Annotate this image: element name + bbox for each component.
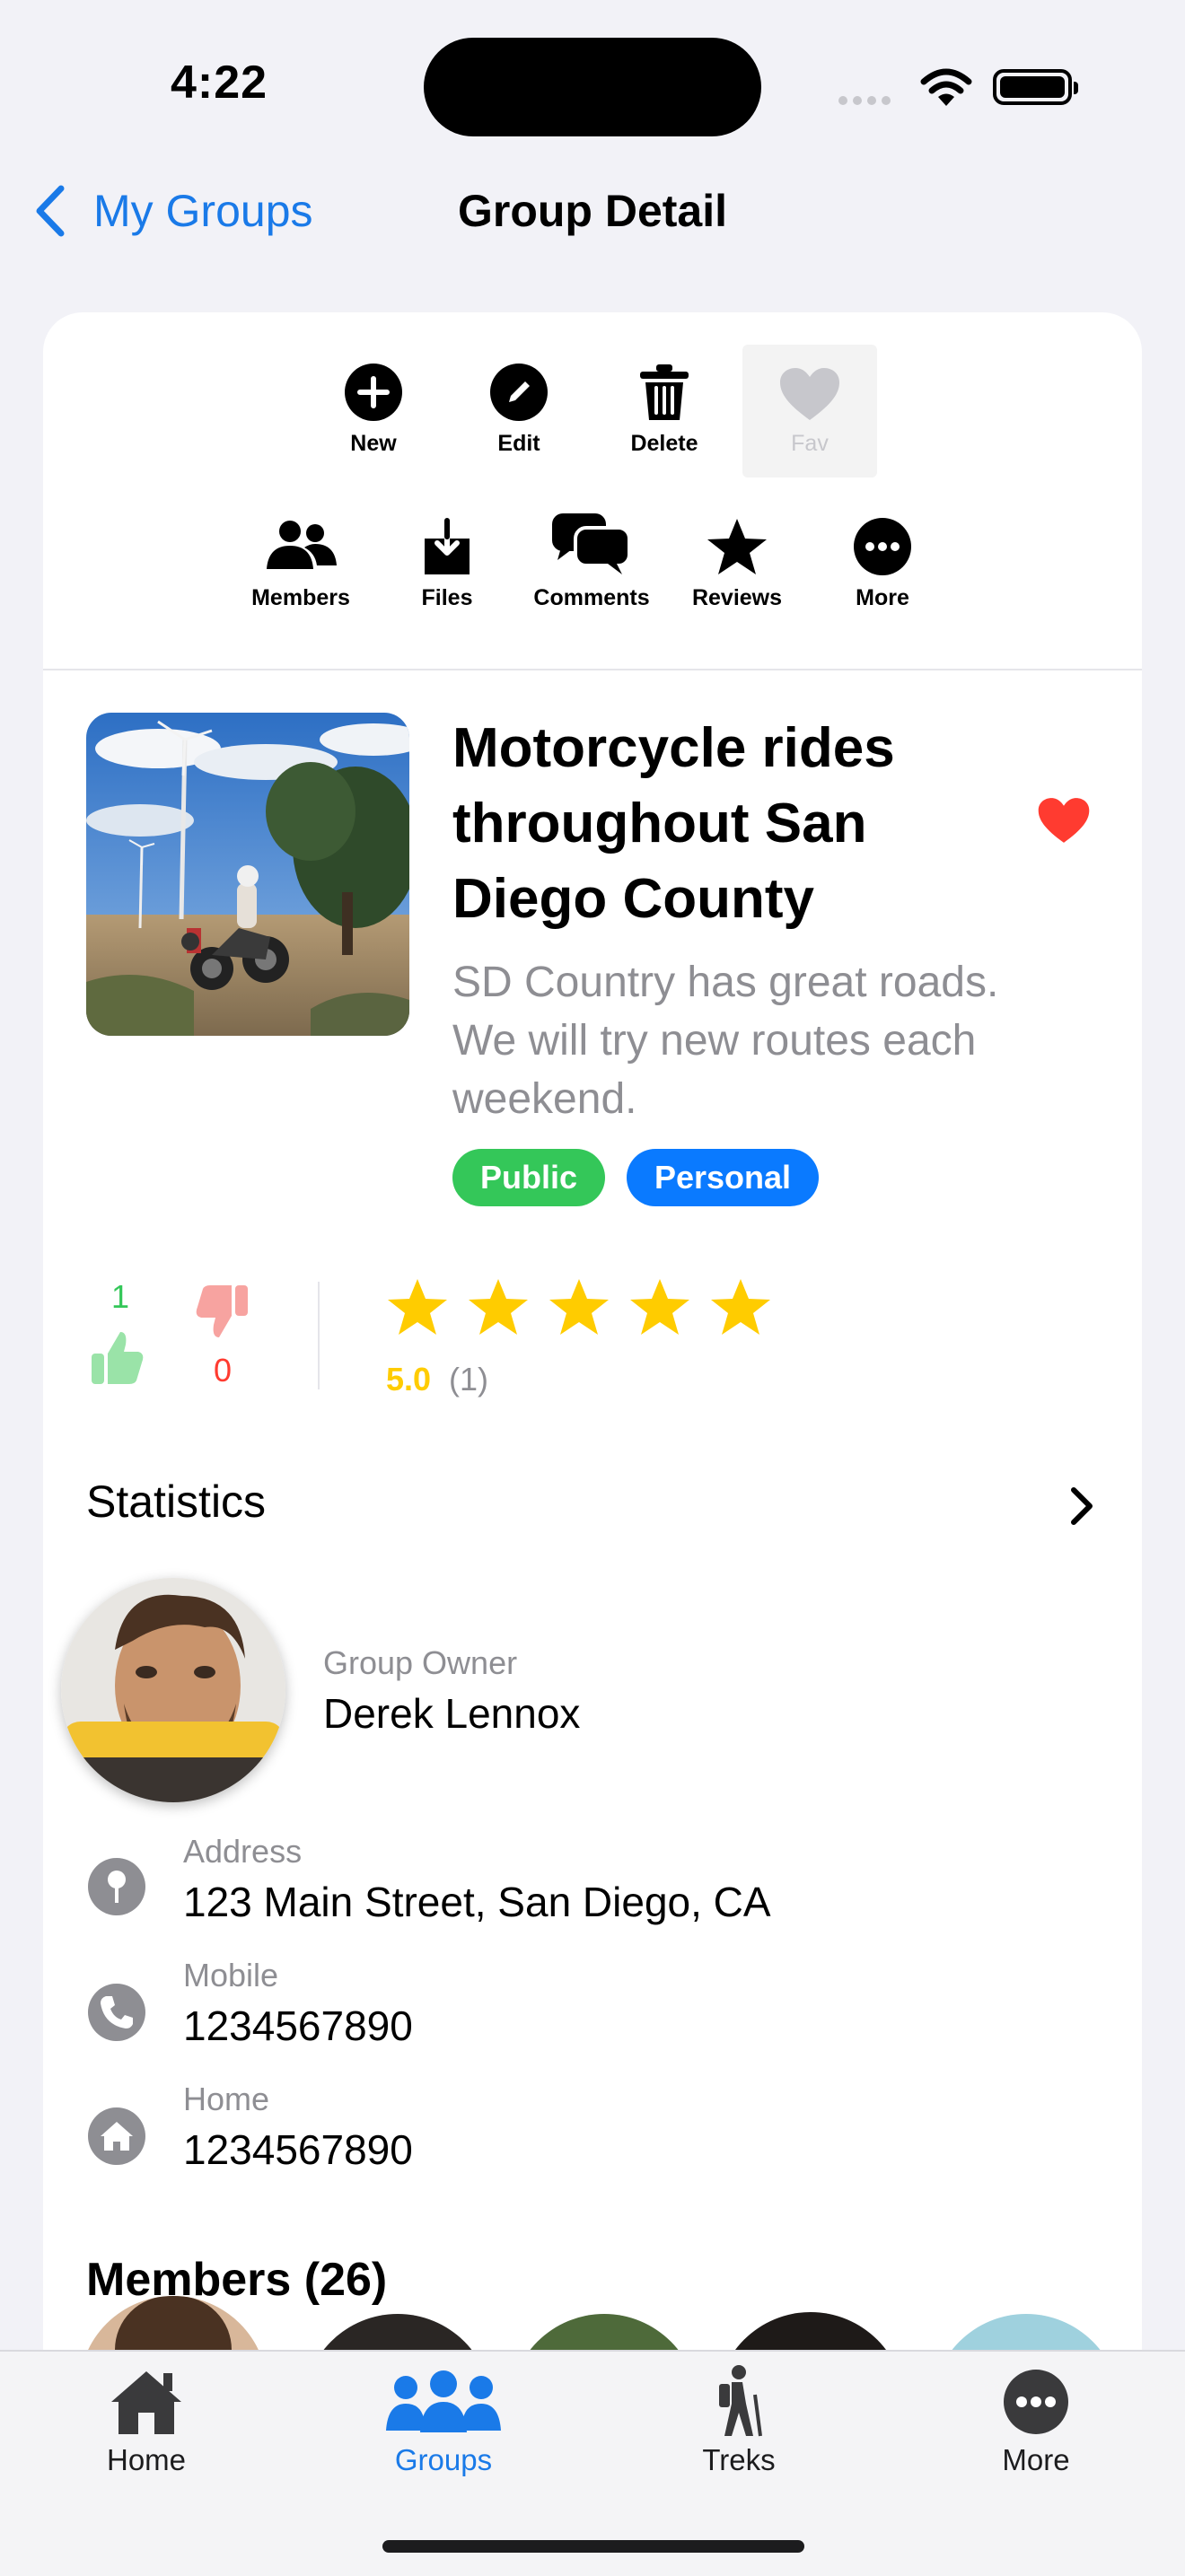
address-value[interactable]: 123 Main Street, San Diego, CA xyxy=(183,1878,771,1926)
delete-button[interactable]: Delete xyxy=(597,363,732,457)
owner-avatar[interactable] xyxy=(61,1578,285,1802)
house-icon xyxy=(88,2107,145,2165)
rating-score: 5.0 xyxy=(386,1361,432,1398)
trash-icon xyxy=(640,364,689,420)
rating-star-icon xyxy=(630,1279,689,1335)
files-label: Files xyxy=(421,585,473,610)
edit-label: Edit xyxy=(497,431,540,456)
owner-label: Group Owner xyxy=(323,1644,518,1681)
wifi-icon xyxy=(920,68,972,106)
group-description: SD Country has great roads. We will try … xyxy=(452,959,999,1123)
mobile-value[interactable]: 1234567890 xyxy=(183,2002,413,2050)
edit-button[interactable]: Edit xyxy=(452,363,586,457)
fav-button[interactable]: Fav xyxy=(742,345,877,478)
thumbs-up-icon[interactable] xyxy=(90,1328,145,1386)
rating-star-icon xyxy=(711,1279,770,1335)
home-value[interactable]: 1234567890 xyxy=(183,2125,413,2174)
statistics-title: Statistics xyxy=(86,1476,267,1527)
status-time: 4:22 xyxy=(171,57,268,109)
tab-groups-label: Groups xyxy=(394,2443,493,2476)
members-button[interactable]: Members xyxy=(233,517,368,611)
mobile-label: Mobile xyxy=(183,1957,279,1993)
delete-label: Delete xyxy=(630,431,698,456)
page-title: Group Detail xyxy=(457,186,728,236)
reviews-label: Reviews xyxy=(691,585,783,610)
plus-circle-icon xyxy=(345,364,402,421)
more-label: More xyxy=(856,585,909,610)
more-tab-icon xyxy=(1004,2370,1068,2434)
tag-public: Public xyxy=(452,1149,605,1206)
heart-icon xyxy=(780,368,839,420)
tab-home-label: Home xyxy=(106,2443,187,2476)
thumbs-down-icon[interactable] xyxy=(194,1284,250,1341)
files-button[interactable]: Files xyxy=(380,517,514,611)
comments-label: Comments xyxy=(533,585,650,610)
vote-divider xyxy=(318,1282,320,1389)
group-detail-card: New Edit Delete Fav Members Files Commen… xyxy=(43,312,1142,2574)
tab-groups[interactable]: Groups xyxy=(354,2368,533,2477)
rating-star-icon xyxy=(469,1279,528,1335)
dynamic-island xyxy=(424,38,761,136)
groups-tab-icon xyxy=(386,2370,501,2432)
statistics-row[interactable]: Statistics xyxy=(43,1452,1142,1551)
group-photo xyxy=(86,713,409,1036)
pin-icon xyxy=(88,1858,145,1915)
reviews-button[interactable]: Reviews xyxy=(670,517,804,611)
downvote-count: 0 xyxy=(213,1352,233,1389)
phone-icon xyxy=(88,1984,145,2041)
rating-star-icon xyxy=(549,1279,609,1335)
cellular-signal-icon xyxy=(838,93,901,106)
tab-home[interactable]: Home xyxy=(57,2368,236,2477)
comments-button[interactable]: Comments xyxy=(524,512,659,611)
members-label: Members xyxy=(251,585,350,610)
tab-more-label: More xyxy=(1002,2443,1070,2476)
group-title: Motorcycle rides throughout San Diego Co… xyxy=(452,717,895,930)
pencil-circle-icon xyxy=(490,364,548,421)
upvote-count: 1 xyxy=(110,1278,130,1315)
download-tray-icon xyxy=(425,518,470,574)
home-indicator[interactable] xyxy=(382,2540,804,2553)
ellipsis-circle-icon xyxy=(854,518,911,575)
house-tab-icon xyxy=(111,2371,181,2434)
rating-stars xyxy=(386,1276,835,1341)
people-icon xyxy=(267,521,337,569)
divider xyxy=(43,669,1142,670)
favorite-heart-icon[interactable] xyxy=(1037,796,1091,845)
more-button[interactable]: More xyxy=(815,517,950,611)
new-label: New xyxy=(350,431,397,456)
rating-star-icon xyxy=(388,1279,447,1335)
tab-treks-label: Treks xyxy=(702,2443,776,2476)
tab-more[interactable]: More xyxy=(946,2368,1126,2477)
hiker-tab-icon xyxy=(719,2365,762,2437)
tag-personal: Personal xyxy=(627,1149,819,1206)
new-button[interactable]: New xyxy=(306,363,441,457)
rating-count: (1) xyxy=(449,1361,488,1398)
home-label: Home xyxy=(183,2081,270,2117)
battery-icon xyxy=(993,69,1078,105)
address-label: Address xyxy=(183,1833,303,1870)
owner-name: Derek Lennox xyxy=(323,1690,581,1737)
speech-bubbles-icon xyxy=(552,513,631,574)
tab-treks[interactable]: Treks xyxy=(649,2364,829,2477)
fav-label: Fav xyxy=(791,431,829,456)
star-icon xyxy=(707,519,767,574)
members-section-title: Members (26) xyxy=(86,2254,388,2306)
chevron-right-icon xyxy=(1071,1487,1093,1525)
